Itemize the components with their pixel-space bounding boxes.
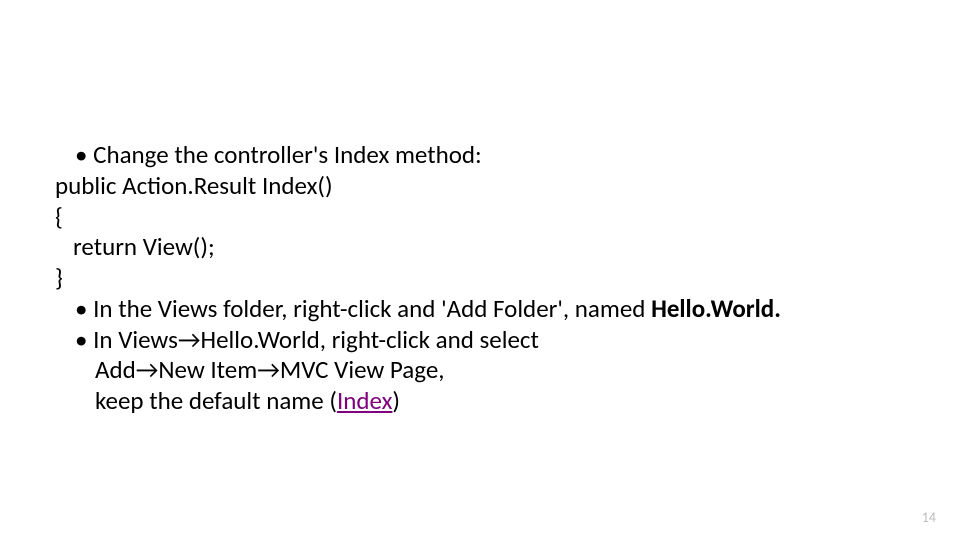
code-line-2: { [55, 202, 905, 233]
bullet-1: • Change the controller's Index method: [55, 140, 905, 171]
page-number: 14 [922, 509, 936, 526]
bullet-2-bold: Hello.World. [651, 293, 781, 324]
bullet-3-text-b: Hello.World, right-click and select [201, 324, 539, 355]
code-line-4: } [55, 263, 905, 294]
keep-text-a: keep the default name ( [95, 385, 337, 416]
code-line-1: public Action.Result Index() [55, 171, 905, 202]
arrow-icon: → [257, 354, 280, 385]
bullet-1-text: Change the controller's Index method: [93, 139, 482, 170]
bullet-2: • In the Views folder, right-click and '… [55, 294, 905, 325]
arrow-icon: → [136, 354, 159, 385]
code-line-3: return View(); [55, 232, 905, 263]
bullet-3: • In Views→Hello.World, right-click and … [55, 325, 905, 356]
bullet-2-text-a: In the Views folder, right-click and 'Ad… [93, 293, 651, 324]
bullet-marker: • [75, 293, 93, 324]
bullet-3-text-a: In Views [93, 324, 178, 355]
bullet-marker: • [75, 324, 93, 355]
bullet-3-cont-2: keep the default name (Index) [55, 386, 905, 417]
mvc-text: MVC View Page, [280, 354, 445, 385]
add-text: Add [95, 354, 136, 385]
slide-content: • Change the controller's Index method: … [55, 140, 905, 417]
arrow-icon: → [178, 324, 201, 355]
bullet-3-cont-1: Add→New Item→MVC View Page, [55, 355, 905, 386]
newitem-text: New Item [158, 354, 257, 385]
bullet-marker: • [75, 139, 93, 170]
index-link[interactable]: Index [337, 385, 392, 416]
keep-text-b: ) [392, 385, 400, 416]
